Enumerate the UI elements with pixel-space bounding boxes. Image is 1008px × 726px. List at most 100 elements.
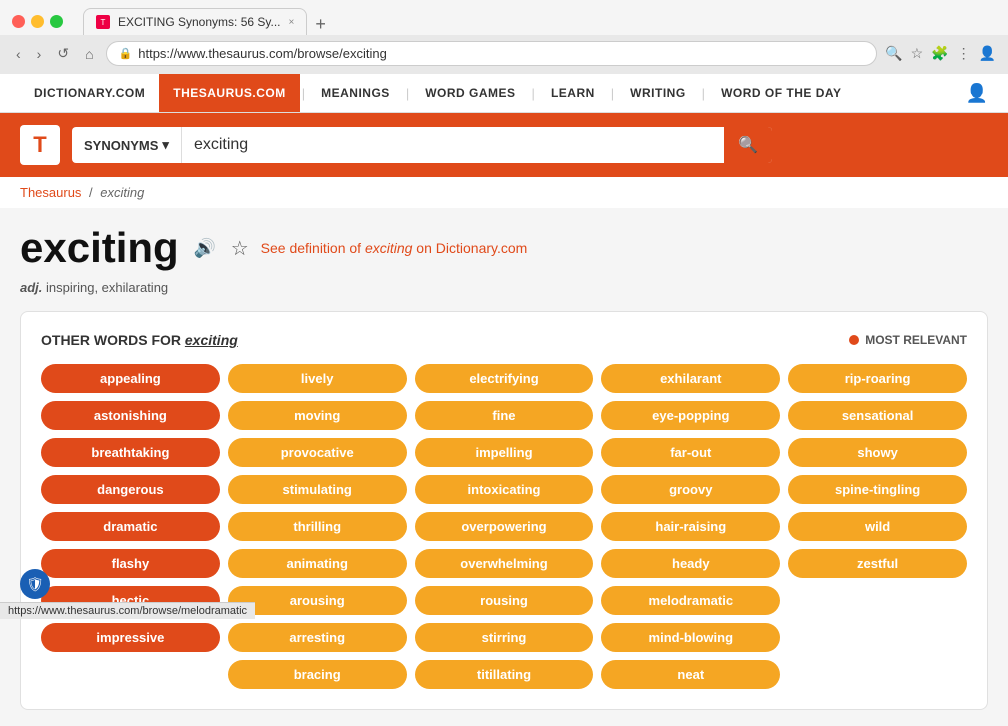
speaker-icon: 🔊 xyxy=(194,238,216,259)
synonym-tag[interactable]: breathtaking xyxy=(41,438,220,467)
nav-meanings[interactable]: MEANINGS xyxy=(307,74,404,112)
browser-chrome: T EXCITING Synonyms: 56 Sy... × + ‹ › ↺ … xyxy=(0,0,1008,74)
dictionary-link[interactable]: See definition of exciting on Dictionary… xyxy=(261,240,528,256)
back-button[interactable]: ‹ xyxy=(12,44,25,64)
word-title: exciting xyxy=(20,224,179,272)
synonym-tag[interactable]: lively xyxy=(228,364,407,393)
browser-titlebar: T EXCITING Synonyms: 56 Sy... × + xyxy=(0,0,1008,35)
synonym-tag[interactable]: overpowering xyxy=(415,512,594,541)
synonym-tag[interactable]: impelling xyxy=(415,438,594,467)
synonym-tag[interactable]: showy xyxy=(788,438,967,467)
address-text: https://www.thesaurus.com/browse/excitin… xyxy=(138,46,864,61)
new-tab-button[interactable]: + xyxy=(307,14,334,35)
nav-word-games[interactable]: WORD GAMES xyxy=(411,74,529,112)
synonym-tag[interactable]: rip-roaring xyxy=(788,364,967,393)
extensions-icon[interactable]: 🧩 xyxy=(931,45,948,62)
synonym-tag[interactable]: dramatic xyxy=(41,512,220,541)
search-magnifier-icon: 🔍 xyxy=(738,137,758,154)
synonym-tag[interactable]: thrilling xyxy=(228,512,407,541)
word-pos: adj. inspiring, exhilarating xyxy=(20,280,988,295)
synonym-tag[interactable]: bracing xyxy=(228,660,407,689)
word-title-row: exciting 🔊 ☆ See definition of exciting … xyxy=(20,224,988,272)
breadcrumb: Thesaurus / exciting xyxy=(0,177,1008,208)
synonym-tag[interactable]: appealing xyxy=(41,364,220,393)
synonym-tag[interactable]: fine xyxy=(415,401,594,430)
synonym-tag[interactable]: titillating xyxy=(415,660,594,689)
synonym-tag[interactable]: arresting xyxy=(228,623,407,652)
synonym-tag[interactable]: melodramatic xyxy=(601,586,780,615)
synonym-tag[interactable]: eye-popping xyxy=(601,401,780,430)
synonym-tag[interactable]: groovy xyxy=(601,475,780,504)
forward-button[interactable]: › xyxy=(33,44,46,64)
search-header: T SYNONYMS ▾ 🔍 xyxy=(0,113,1008,177)
synonym-tag[interactable]: heady xyxy=(601,549,780,578)
active-tab[interactable]: T EXCITING Synonyms: 56 Sy... × xyxy=(83,8,307,35)
synonym-tag[interactable]: far-out xyxy=(601,438,780,467)
audio-button[interactable]: 🔊 xyxy=(191,234,219,262)
nav-thesaurus[interactable]: THESAURUS.COM xyxy=(159,74,300,112)
browser-actions: 🔍 ☆ 🧩 ⋮ 👤 xyxy=(885,45,996,62)
synonym-tag[interactable]: spine-tingling xyxy=(788,475,967,504)
menu-dots-icon[interactable]: ⋮ xyxy=(957,45,971,62)
home-button[interactable]: ⌂ xyxy=(81,44,97,64)
synonym-tag[interactable]: exhilarant xyxy=(601,364,780,393)
maximize-traffic-light[interactable] xyxy=(50,15,63,28)
synonym-tag[interactable]: overwhelming xyxy=(415,549,594,578)
address-bar[interactable]: 🔒 https://www.thesaurus.com/browse/excit… xyxy=(106,41,878,66)
relevance-dot xyxy=(849,335,859,345)
star-icon: ☆ xyxy=(231,238,249,260)
dict-link-word: exciting xyxy=(365,240,412,256)
status-bar: https://www.thesaurus.com/browse/melodra… xyxy=(0,602,255,619)
synonym-tag[interactable]: mind-blowing xyxy=(601,623,780,652)
tab-title: EXCITING Synonyms: 56 Sy... xyxy=(118,15,281,29)
synonym-tag[interactable]: flashy xyxy=(41,549,220,578)
synonym-tag[interactable]: dangerous xyxy=(41,475,220,504)
refresh-button[interactable]: ↺ xyxy=(53,43,73,64)
close-traffic-light[interactable] xyxy=(12,15,25,28)
shield-badge: 🛡 xyxy=(20,569,50,599)
nav-word-of-day[interactable]: WORD OF THE DAY xyxy=(707,74,855,112)
search-type-dropdown[interactable]: SYNONYMS ▾ xyxy=(72,127,182,163)
card-title-prefix: OTHER WORDS FOR xyxy=(41,332,185,348)
profile-icon[interactable]: 👤 xyxy=(979,45,996,62)
search-button[interactable]: 🔍 xyxy=(724,127,772,163)
breadcrumb-word: exciting xyxy=(100,185,144,200)
user-icon[interactable]: 👤 xyxy=(966,83,988,104)
synonym-tag[interactable]: zestful xyxy=(788,549,967,578)
synonym-tag[interactable]: sensational xyxy=(788,401,967,430)
most-relevant-text: MOST RELEVANT xyxy=(865,333,967,347)
synonym-tag[interactable]: hair-raising xyxy=(601,512,780,541)
synonym-tag[interactable]: stirring xyxy=(415,623,594,652)
word-description: inspiring, exhilarating xyxy=(46,280,168,295)
tab-close-button[interactable]: × xyxy=(289,17,295,28)
synonym-tag[interactable]: wild xyxy=(788,512,967,541)
bookmark-button[interactable]: ☆ xyxy=(231,236,249,261)
nav-learn[interactable]: LEARN xyxy=(537,74,609,112)
synonym-tag[interactable]: electrifying xyxy=(415,364,594,393)
synonym-tag[interactable]: animating xyxy=(228,549,407,578)
synonym-tag[interactable]: moving xyxy=(228,401,407,430)
synonym-tag[interactable]: provocative xyxy=(228,438,407,467)
synonym-tag[interactable]: rousing xyxy=(415,586,594,615)
synonym-tag[interactable]: impressive xyxy=(41,623,220,652)
search-box: SYNONYMS ▾ 🔍 xyxy=(72,127,772,163)
search-action-icon[interactable]: 🔍 xyxy=(885,45,902,62)
synonym-tag[interactable]: intoxicating xyxy=(415,475,594,504)
search-input[interactable] xyxy=(182,127,724,163)
synonyms-grid: appealing lively electrifyingexhilarant rip… xyxy=(41,364,967,689)
synonym-tag[interactable]: astonishing xyxy=(41,401,220,430)
breadcrumb-thesaurus-link[interactable]: Thesaurus xyxy=(20,185,81,200)
most-relevant-label: MOST RELEVANT xyxy=(849,333,967,347)
card-title: OTHER WORDS FOR exciting xyxy=(41,332,238,348)
nav-dictionary[interactable]: DICTIONARY.COM xyxy=(20,74,159,112)
nav-writing[interactable]: WRITING xyxy=(616,74,700,112)
card-header: OTHER WORDS FOR exciting MOST RELEVANT xyxy=(41,332,967,348)
search-type-label: SYNONYMS xyxy=(84,138,158,153)
main-content: exciting 🔊 ☆ See definition of exciting … xyxy=(0,208,1008,726)
minimize-traffic-light[interactable] xyxy=(31,15,44,28)
bookmarks-icon[interactable]: ☆ xyxy=(911,45,924,62)
word-part-of-speech: adj. xyxy=(20,280,42,295)
synonym-tag[interactable]: stimulating xyxy=(228,475,407,504)
synonym-tag[interactable]: neat xyxy=(601,660,780,689)
shield-icon: 🛡 xyxy=(26,576,44,593)
